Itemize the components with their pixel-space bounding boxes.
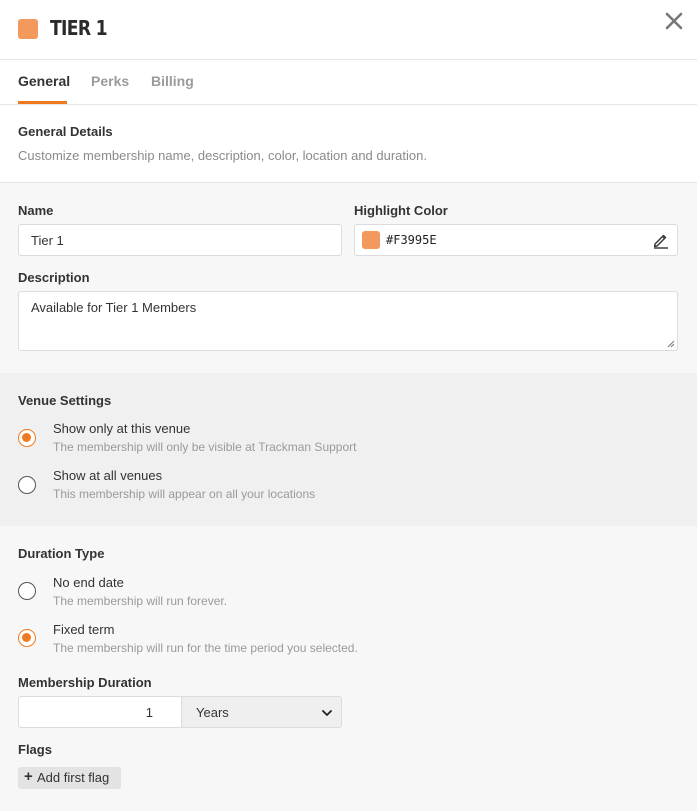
color-chip [362,231,380,249]
close-icon[interactable] [664,11,684,31]
highlight-color-label: Highlight Color [354,203,448,218]
modal-header: TIER 1 [0,0,697,60]
venue-settings-heading: Venue Settings [18,393,112,408]
general-details-section: General Details Customize membership nam… [0,105,697,183]
color-hex-value: #F3995E [386,233,437,247]
highlight-color-field[interactable]: #F3995E [354,224,678,256]
name-label: Name [18,203,54,218]
option-title: Show only at this venue [53,421,191,436]
flags-label: Flags [18,742,52,757]
plus-icon: + [24,768,33,785]
tab-billing[interactable]: Billing [151,73,194,89]
tab-general[interactable]: General [18,73,70,89]
duration-unit-value: Years [196,705,229,720]
description-textarea[interactable]: Available for Tier 1 Members [18,291,678,351]
add-first-flag-button[interactable]: + Add first flag [18,767,121,789]
option-subtitle: The membership will only be visible at T… [53,440,357,454]
option-title: Fixed term [53,622,115,637]
modal-title: TIER 1 [50,16,108,40]
radio-fixed-term[interactable] [18,629,36,647]
radio-no-end-date[interactable] [18,582,36,600]
edit-pencil-icon[interactable] [652,231,670,249]
venue-settings-section: Venue Settings Show only at this venue T… [0,373,697,526]
description-text: Available for Tier 1 Members [31,300,197,315]
section-heading: General Details [18,124,113,139]
add-flag-label: Add first flag [37,770,110,785]
option-subtitle: The membership will run for the time per… [53,641,358,655]
section-subtitle: Customize membership name, description, … [18,148,427,163]
tier-color-swatch [18,19,38,39]
radio-show-only-this-venue[interactable] [18,429,36,447]
name-field[interactable]: Tier 1 [18,224,342,256]
duration-type-heading: Duration Type [18,546,105,561]
radio-show-all-venues[interactable] [18,476,36,494]
option-title: Show at all venues [53,468,163,483]
tab-perks[interactable]: Perks [91,73,129,89]
active-tab-indicator [18,101,67,104]
option-subtitle: The membership will run forever. [53,594,228,608]
description-label: Description [18,270,90,285]
chevron-down-icon [322,710,332,716]
duration-unit-select[interactable]: Years [181,696,342,728]
resize-grip-icon[interactable] [667,340,675,348]
option-title: No end date [53,575,124,590]
membership-duration-label: Membership Duration [18,675,152,690]
option-subtitle: This membership will appear on all your … [53,487,316,501]
duration-amount-input[interactable]: 1 [18,696,181,728]
tab-bar: General Perks Billing [0,60,697,105]
